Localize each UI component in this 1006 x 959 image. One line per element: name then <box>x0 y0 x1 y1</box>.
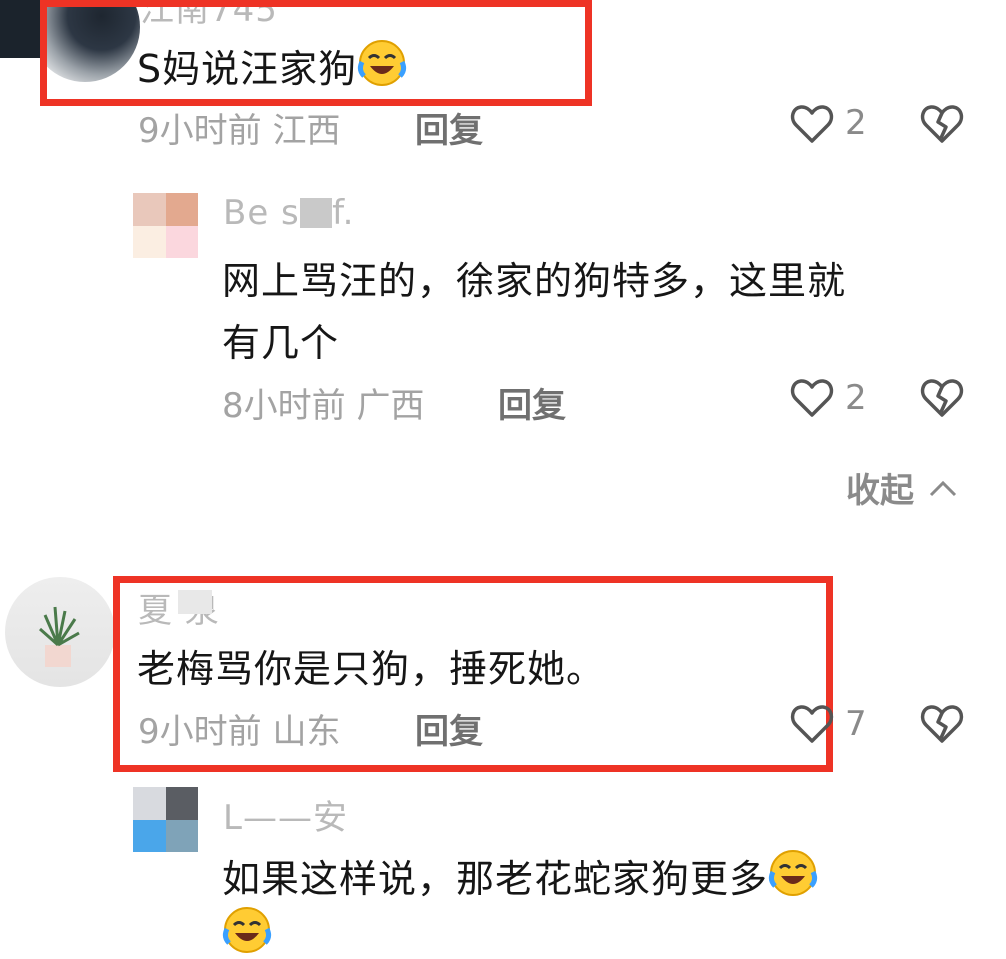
avatar[interactable] <box>5 577 115 687</box>
like-button[interactable] <box>788 100 836 152</box>
avatar[interactable] <box>133 193 198 258</box>
heart-outline-icon <box>790 105 834 143</box>
comment-text: 有几个 <box>222 321 340 365</box>
comment-time: 9小时前 <box>138 712 262 752</box>
comment-meta: 9小时前 江西 <box>138 103 340 152</box>
reply-button[interactable]: 回复 <box>498 378 566 427</box>
comment-meta: 9小时前 山东 <box>138 704 340 753</box>
comment-meta: 8小时前 广西 <box>222 378 424 427</box>
like-count: 2 <box>845 103 867 143</box>
comment-time: 8小时前 <box>222 386 346 426</box>
dislike-button[interactable] <box>918 700 966 752</box>
avatar[interactable] <box>133 787 198 852</box>
comment-text-content: 如果这样说，那老花蛇家狗更多 <box>222 857 769 901</box>
laughing-crying-emoji <box>768 848 818 907</box>
heart-outline-icon <box>790 379 834 417</box>
broken-heart-icon <box>920 705 964 743</box>
comment-time: 9小时前 <box>138 111 262 151</box>
highlight-box <box>40 0 592 106</box>
comment-username[interactable]: L——安 <box>223 790 348 839</box>
like-button[interactable] <box>788 374 836 426</box>
comment-username[interactable]: Be self. <box>223 193 354 233</box>
comment-text: 如果这样说，那老花蛇家狗更多 <box>222 848 818 907</box>
broken-heart-icon <box>920 105 964 143</box>
laughing-crying-emoji <box>222 905 272 959</box>
heart-outline-icon <box>790 705 834 743</box>
dislike-button[interactable] <box>918 100 966 152</box>
comment-text: 网上骂汪的，徐家的狗特多，这里就 <box>222 259 847 303</box>
broken-heart-icon <box>920 379 964 417</box>
comment-location: 山东 <box>272 712 341 752</box>
collapse-replies-button[interactable]: 收起 <box>846 463 960 512</box>
reply-button[interactable]: 回复 <box>415 103 483 152</box>
dislike-button[interactable] <box>918 374 966 426</box>
like-count: 2 <box>845 378 867 418</box>
reply-button[interactable]: 回复 <box>415 704 483 753</box>
chevron-up-icon <box>929 480 956 497</box>
username-mosaic <box>300 198 332 228</box>
comment-location: 广西 <box>356 386 425 426</box>
comment-location: 江西 <box>272 111 341 151</box>
like-button[interactable] <box>788 700 836 752</box>
collapse-label: 收起 <box>846 471 914 511</box>
avatar-shadow <box>0 0 45 58</box>
like-count: 7 <box>845 704 867 744</box>
